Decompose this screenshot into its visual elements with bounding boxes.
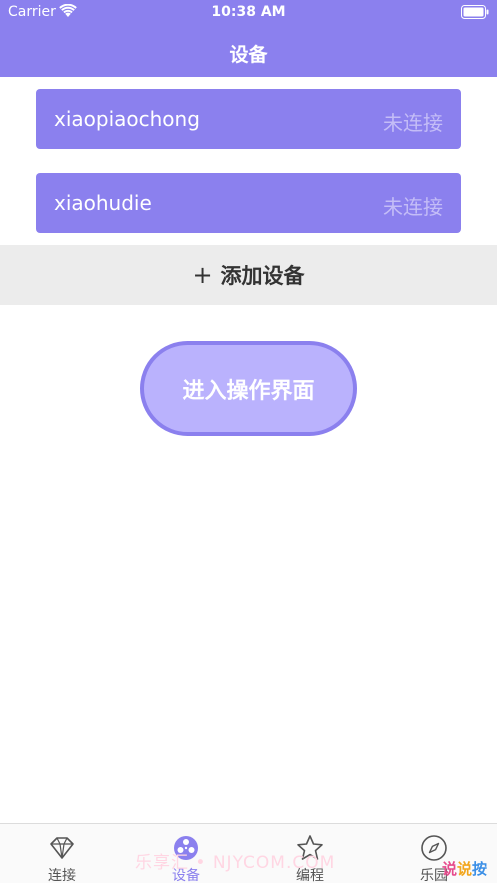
add-device-button[interactable]: + 添加设备 [0, 245, 497, 305]
enter-control-button[interactable]: 进入操作界面 [140, 341, 357, 436]
device-card[interactable]: xiaopiaochong 未连接 [36, 89, 461, 149]
clock: 10:38 AM [211, 4, 286, 20]
tab-connect[interactable]: 连接 [0, 824, 124, 883]
status-bar: Carrier 10:38 AM [0, 0, 497, 26]
device-connection-status: 未连接 [383, 195, 443, 219]
header: Carrier 10:38 AM 设备 [0, 0, 497, 77]
device-name: xiaopiaochong [54, 107, 200, 131]
page-title: 设备 [229, 44, 268, 66]
corner-logo: 说说按 [442, 858, 487, 879]
diamond-icon [50, 837, 74, 859]
device-name: xiaohudie [54, 191, 152, 215]
watermark: 乐享汇 • NJYCOM.COM [135, 853, 336, 873]
add-device-label: 添加设备 [220, 264, 305, 288]
tab-label: 连接 [48, 868, 76, 883]
plus-icon: + [192, 261, 213, 289]
device-connection-status: 未连接 [383, 111, 443, 135]
corner-logo-char: 说 [457, 860, 473, 878]
enter-control-label: 进入操作界面 [182, 378, 315, 404]
device-card[interactable]: xiaohudie 未连接 [36, 173, 461, 233]
corner-logo-char: 按 [472, 860, 488, 878]
corner-logo-char: 说 [442, 860, 458, 878]
battery-icon [461, 5, 489, 19]
